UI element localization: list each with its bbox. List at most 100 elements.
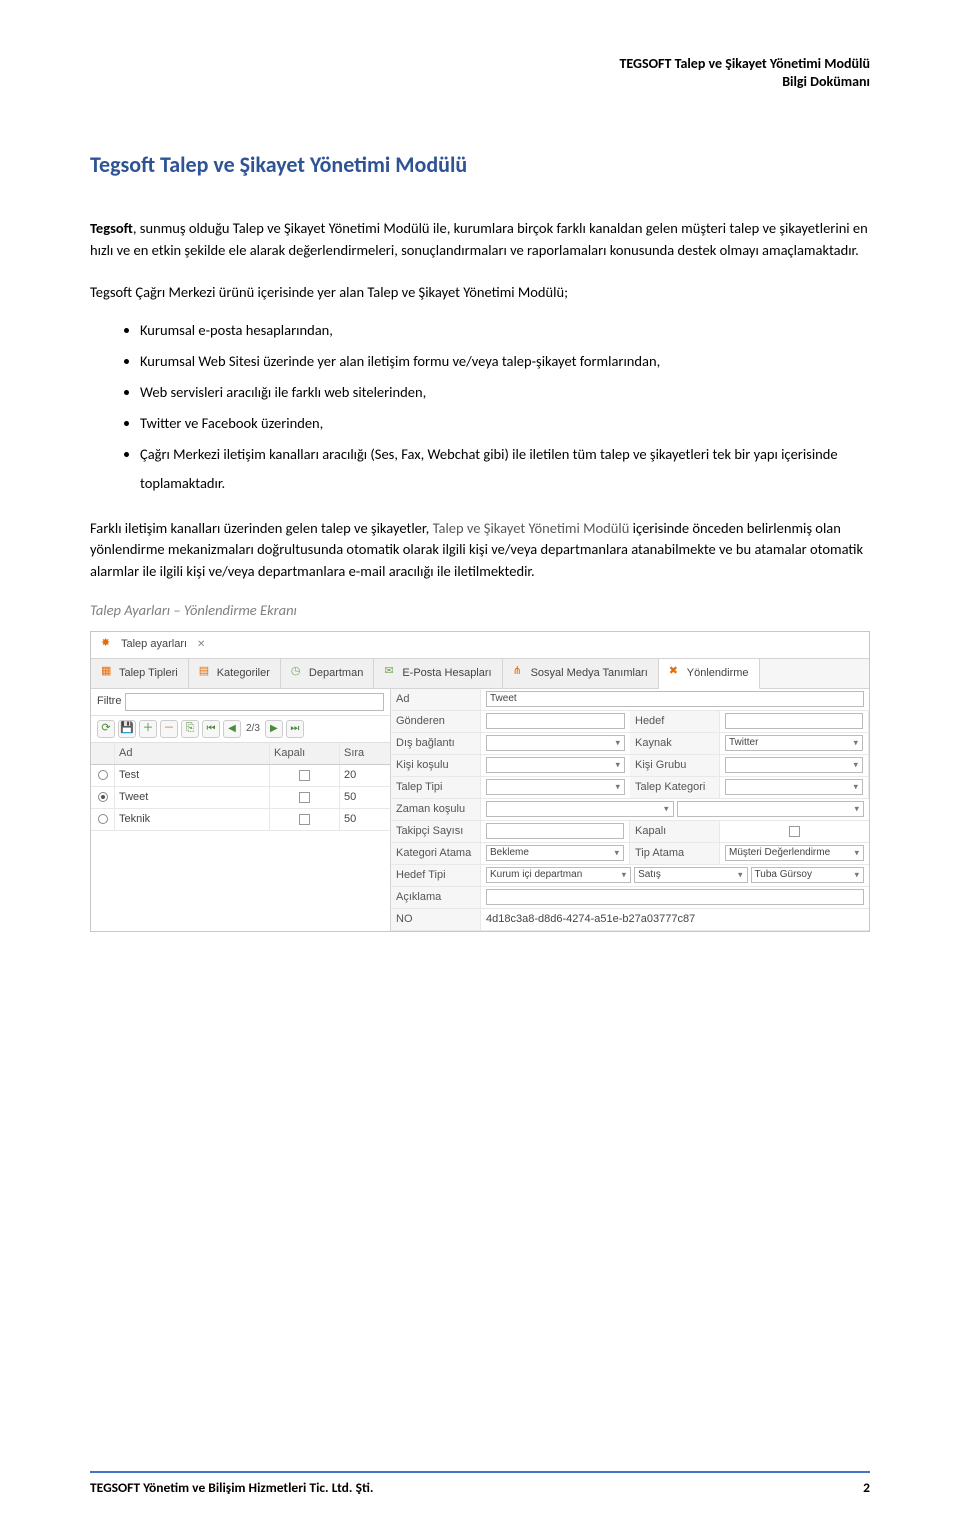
window-tab-label: Talep ayarları bbox=[121, 639, 187, 650]
lbl-kisikosulu: Kişi koşulu bbox=[391, 755, 481, 777]
fld-zaman2[interactable] bbox=[677, 801, 865, 817]
share-icon: ⋔ bbox=[513, 666, 527, 680]
fld-hedeftipi-3[interactable]: Tuba Gürsoy bbox=[751, 867, 864, 883]
footer-page-number: 2 bbox=[863, 1479, 870, 1496]
save-button[interactable]: 💾 bbox=[118, 720, 136, 738]
lbl-hedef: Hedef bbox=[630, 711, 720, 733]
module-link: Talep ve Şikayet Yönetimi Modülü bbox=[433, 519, 630, 537]
intro-paragraph: Tegsoft, sunmuş olduğu Talep ve Şikayet … bbox=[90, 218, 870, 262]
fld-aciklama[interactable] bbox=[486, 889, 864, 905]
grid-head-sira: Sıra bbox=[340, 743, 390, 764]
cell-kapali-checkbox[interactable] bbox=[299, 814, 310, 825]
tab-eposta[interactable]: ✉ E-Posta Hesapları bbox=[374, 659, 502, 688]
list-item: Kurumsal Web Sitesi üzerinde yer alan il… bbox=[140, 347, 870, 376]
fld-ad[interactable]: Tweet bbox=[486, 691, 864, 707]
prev-page-button[interactable]: ◀ bbox=[223, 720, 241, 738]
row-radio[interactable] bbox=[98, 770, 108, 780]
next-page-button[interactable]: ▶ bbox=[265, 720, 283, 738]
tab-yonlendirme[interactable]: ✖Yönlendirme bbox=[659, 659, 760, 689]
tab-label: Sosyal Medya Tanımları bbox=[531, 668, 648, 679]
row-radio[interactable] bbox=[98, 814, 108, 824]
footer-company: TEGSOFT Yönetim ve Bilişim Hizmetleri Ti… bbox=[90, 1479, 373, 1496]
fld-talepkategori[interactable] bbox=[725, 779, 863, 795]
fld-takipci[interactable] bbox=[486, 823, 624, 839]
cell-sira: 50 bbox=[340, 787, 390, 808]
first-page-button[interactable]: ⏮ bbox=[202, 720, 220, 738]
refresh-button[interactable]: ⟳ bbox=[97, 720, 115, 738]
filter-input[interactable] bbox=[125, 693, 384, 711]
cell-ad: Tweet bbox=[115, 787, 270, 808]
remove-button[interactable]: － bbox=[160, 720, 178, 738]
lbl-taleptipi: Talep Tipi bbox=[391, 777, 481, 799]
category-icon: ▤ bbox=[199, 666, 213, 680]
bullet-list: Kurumsal e-posta hesaplarından, Kurumsal… bbox=[140, 316, 870, 498]
fld-gonderen[interactable] bbox=[486, 713, 625, 729]
lbl-aciklama: Açıklama bbox=[391, 887, 481, 909]
tabs-row: ▦Talep Tipleri ▤Kategoriler ◷Departman ✉… bbox=[91, 659, 869, 689]
lbl-disbaglanti: Dış bağlantı bbox=[391, 733, 481, 755]
cell-sira: 20 bbox=[340, 765, 390, 786]
cell-sira: 50 bbox=[340, 809, 390, 830]
page-footer: TEGSOFT Yönetim ve Bilişim Hizmetleri Ti… bbox=[90, 1471, 870, 1496]
fld-zaman1[interactable] bbox=[486, 801, 674, 817]
talep-ayarlari-screenshot: ✸ Talep ayarları ✕ ▦Talep Tipleri ▤Kateg… bbox=[90, 631, 870, 932]
left-pane: Filtre ⟳ 💾 ＋ － ⎘ ⏮ ◀ 2/3 ▶ ⏭ Ad bbox=[91, 689, 391, 931]
brand-name: Tegsoft bbox=[90, 219, 133, 237]
window-tab[interactable]: ✸ Talep ayarları ✕ bbox=[91, 632, 869, 659]
screenshot-caption: Talep Ayarları – Yönlendirme Ekranı bbox=[90, 601, 870, 619]
fld-no: 4d18c3a8-d8d6-4274-a51e-b27a03777c87 bbox=[486, 914, 695, 925]
list-item: Web servisleri aracılığı ile farklı web … bbox=[140, 378, 870, 407]
intro-rest: , sunmuş olduğu Talep ve Şikayet Yönetim… bbox=[90, 219, 868, 259]
tab-kategoriler[interactable]: ▤Kategoriler bbox=[189, 659, 281, 688]
fld-tipatama[interactable]: Müşteri Değerlendirme bbox=[725, 845, 864, 861]
lbl-ad: Ad bbox=[391, 689, 481, 711]
grid-head-radio bbox=[91, 743, 115, 764]
fld-kisikosulu[interactable] bbox=[486, 757, 625, 773]
mail-icon: ✉ bbox=[384, 666, 398, 680]
fld-hedeftipi-1[interactable]: Kurum içi departman bbox=[486, 867, 631, 883]
fld-kisigrubu[interactable] bbox=[725, 757, 863, 773]
grid-head-kapali: Kapalı bbox=[270, 743, 340, 764]
list-icon: ▦ bbox=[101, 666, 115, 680]
tab-label: Departman bbox=[309, 668, 363, 679]
header-line1: TEGSOFT Talep ve Şikayet Yönetimi Modülü bbox=[90, 55, 870, 73]
lbl-kaynak: Kaynak bbox=[630, 733, 720, 755]
fld-kategoriatama[interactable]: Bekleme bbox=[486, 845, 624, 861]
fld-hedef[interactable] bbox=[725, 713, 863, 729]
page-title: Tegsoft Talep ve Şikayet Yönetimi Modülü bbox=[90, 151, 870, 178]
tab-label: E-Posta Hesapları bbox=[402, 668, 491, 679]
lbl-no: NO bbox=[391, 909, 481, 931]
close-icon[interactable]: ✕ bbox=[197, 640, 205, 650]
row-radio[interactable] bbox=[98, 792, 108, 802]
tab-departman[interactable]: ◷Departman bbox=[281, 659, 374, 688]
fld-hedeftipi-2[interactable]: Satış bbox=[634, 867, 747, 883]
copy-button[interactable]: ⎘ bbox=[181, 720, 199, 738]
grid-header: Ad Kapalı Sıra bbox=[91, 743, 390, 765]
tab-sosyal-medya[interactable]: ⋔ Sosyal Medya Tanımları bbox=[503, 659, 659, 688]
lbl-hedeftipi: Hedef Tipi bbox=[391, 865, 481, 887]
fld-taleptipi[interactable] bbox=[486, 779, 625, 795]
table-row[interactable]: Teknik 50 bbox=[91, 809, 390, 831]
routing-paragraph: Farklı iletişim kanalları üzerinden gele… bbox=[90, 518, 870, 583]
fld-kaynak[interactable]: Twitter bbox=[725, 735, 863, 751]
tab-talep-tipleri[interactable]: ▦Talep Tipleri bbox=[91, 659, 189, 688]
lbl-kisigrubu: Kişi Grubu bbox=[630, 755, 720, 777]
lbl-tipatama: Tip Atama bbox=[630, 843, 720, 865]
table-row[interactable]: Test 20 bbox=[91, 765, 390, 787]
star-icon: ✸ bbox=[101, 638, 115, 652]
last-page-button[interactable]: ⏭ bbox=[286, 720, 304, 738]
add-button[interactable]: ＋ bbox=[139, 720, 157, 738]
table-row[interactable]: Tweet 50 bbox=[91, 787, 390, 809]
filter-label: Filtre bbox=[97, 696, 121, 707]
lbl-gonderen: Gönderen bbox=[391, 711, 481, 733]
cell-kapali-checkbox[interactable] bbox=[299, 792, 310, 803]
list-item: Kurumsal e-posta hesaplarından, bbox=[140, 316, 870, 345]
header-line2: Bilgi Dokümanı bbox=[90, 73, 870, 91]
lbl-zamankosulu: Zaman koşulu bbox=[391, 799, 481, 821]
fld-kapali-checkbox[interactable] bbox=[789, 826, 800, 837]
cell-ad: Test bbox=[115, 765, 270, 786]
cell-kapali-checkbox[interactable] bbox=[299, 770, 310, 781]
doc-header: TEGSOFT Talep ve Şikayet Yönetimi Modülü… bbox=[90, 55, 870, 91]
fld-disbaglanti[interactable] bbox=[486, 735, 625, 751]
toolbar: ⟳ 💾 ＋ － ⎘ ⏮ ◀ 2/3 ▶ ⏭ bbox=[91, 716, 390, 743]
